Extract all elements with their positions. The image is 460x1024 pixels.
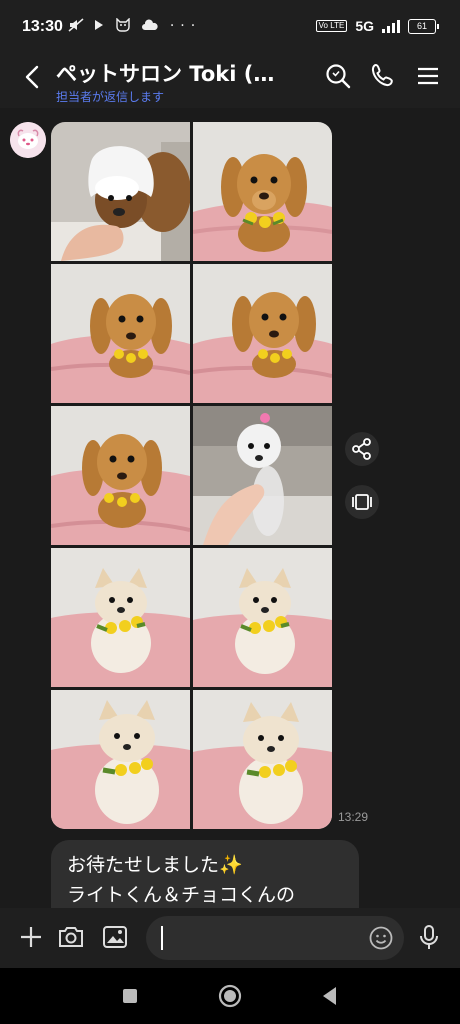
network-type: 5G bbox=[355, 18, 374, 34]
cloud-icon bbox=[142, 19, 158, 30]
photo-1[interactable] bbox=[51, 122, 190, 261]
photo-3[interactable] bbox=[51, 264, 190, 403]
photo-10[interactable] bbox=[193, 690, 332, 829]
photo-4[interactable] bbox=[193, 264, 332, 403]
text-caret bbox=[161, 926, 163, 950]
status-bar: 13:30 ··· Vo LTE 5G 61 bbox=[0, 0, 460, 54]
notification-icons: ··· bbox=[68, 17, 202, 34]
menu-icon[interactable] bbox=[414, 62, 442, 90]
album-button[interactable] bbox=[345, 485, 379, 519]
share-button[interactable] bbox=[345, 432, 379, 466]
photo-grid bbox=[51, 122, 332, 829]
play-icon bbox=[95, 20, 104, 30]
photo-9[interactable] bbox=[51, 690, 190, 829]
message-input-field[interactable] bbox=[146, 916, 404, 960]
more-notifications-icon: ··· bbox=[169, 18, 202, 34]
photo-2[interactable] bbox=[193, 122, 332, 261]
chat-title[interactable]: ペットサロン Toki (… bbox=[56, 58, 274, 88]
back-icon[interactable] bbox=[18, 62, 48, 92]
photo-7[interactable] bbox=[51, 548, 190, 687]
message-bubble[interactable]: お待たせしました✨ ライトくん＆チョコくんの bbox=[51, 840, 359, 908]
battery-level: 61 bbox=[416, 20, 427, 31]
photo-5[interactable] bbox=[51, 406, 190, 545]
search-icon[interactable] bbox=[324, 62, 352, 90]
emoji-icon[interactable] bbox=[368, 925, 394, 951]
signal-icon bbox=[382, 19, 400, 33]
photo-8[interactable] bbox=[193, 548, 332, 687]
phone-icon[interactable] bbox=[370, 62, 398, 90]
back-nav-icon[interactable] bbox=[316, 982, 344, 1010]
microphone-icon[interactable] bbox=[414, 922, 444, 952]
photo-6[interactable] bbox=[193, 406, 332, 545]
system-nav-bar bbox=[0, 968, 460, 1024]
plus-icon[interactable] bbox=[16, 922, 46, 952]
volte-badge: Vo LTE bbox=[315, 20, 348, 32]
message-line-2: ライトくん＆チョコくんの bbox=[67, 884, 296, 906]
share-icon bbox=[352, 438, 371, 460]
message-line-1: お待たせしました✨ bbox=[67, 854, 243, 876]
message-timestamp: 13:29 bbox=[338, 810, 369, 824]
battery-icon: 61 bbox=[408, 18, 439, 34]
message-input[interactable] bbox=[168, 922, 362, 956]
mute-icon bbox=[68, 18, 84, 32]
album-icon bbox=[352, 494, 372, 510]
chat-subtitle: 担当者が返信します bbox=[56, 90, 165, 104]
camera-icon[interactable] bbox=[56, 922, 86, 952]
home-icon[interactable] bbox=[216, 982, 244, 1010]
chat-area[interactable]: 13:29 お待たせしました✨ ライトくん＆チョコくんの bbox=[0, 108, 460, 908]
status-time: 13:30 bbox=[22, 18, 63, 35]
image-icon[interactable] bbox=[100, 922, 130, 952]
input-bar bbox=[0, 908, 460, 968]
cat-icon bbox=[116, 17, 130, 32]
avatar[interactable] bbox=[10, 122, 46, 158]
chat-header: ペットサロン Toki (… 担当者が返信します bbox=[0, 54, 460, 108]
recents-icon[interactable] bbox=[116, 982, 144, 1010]
